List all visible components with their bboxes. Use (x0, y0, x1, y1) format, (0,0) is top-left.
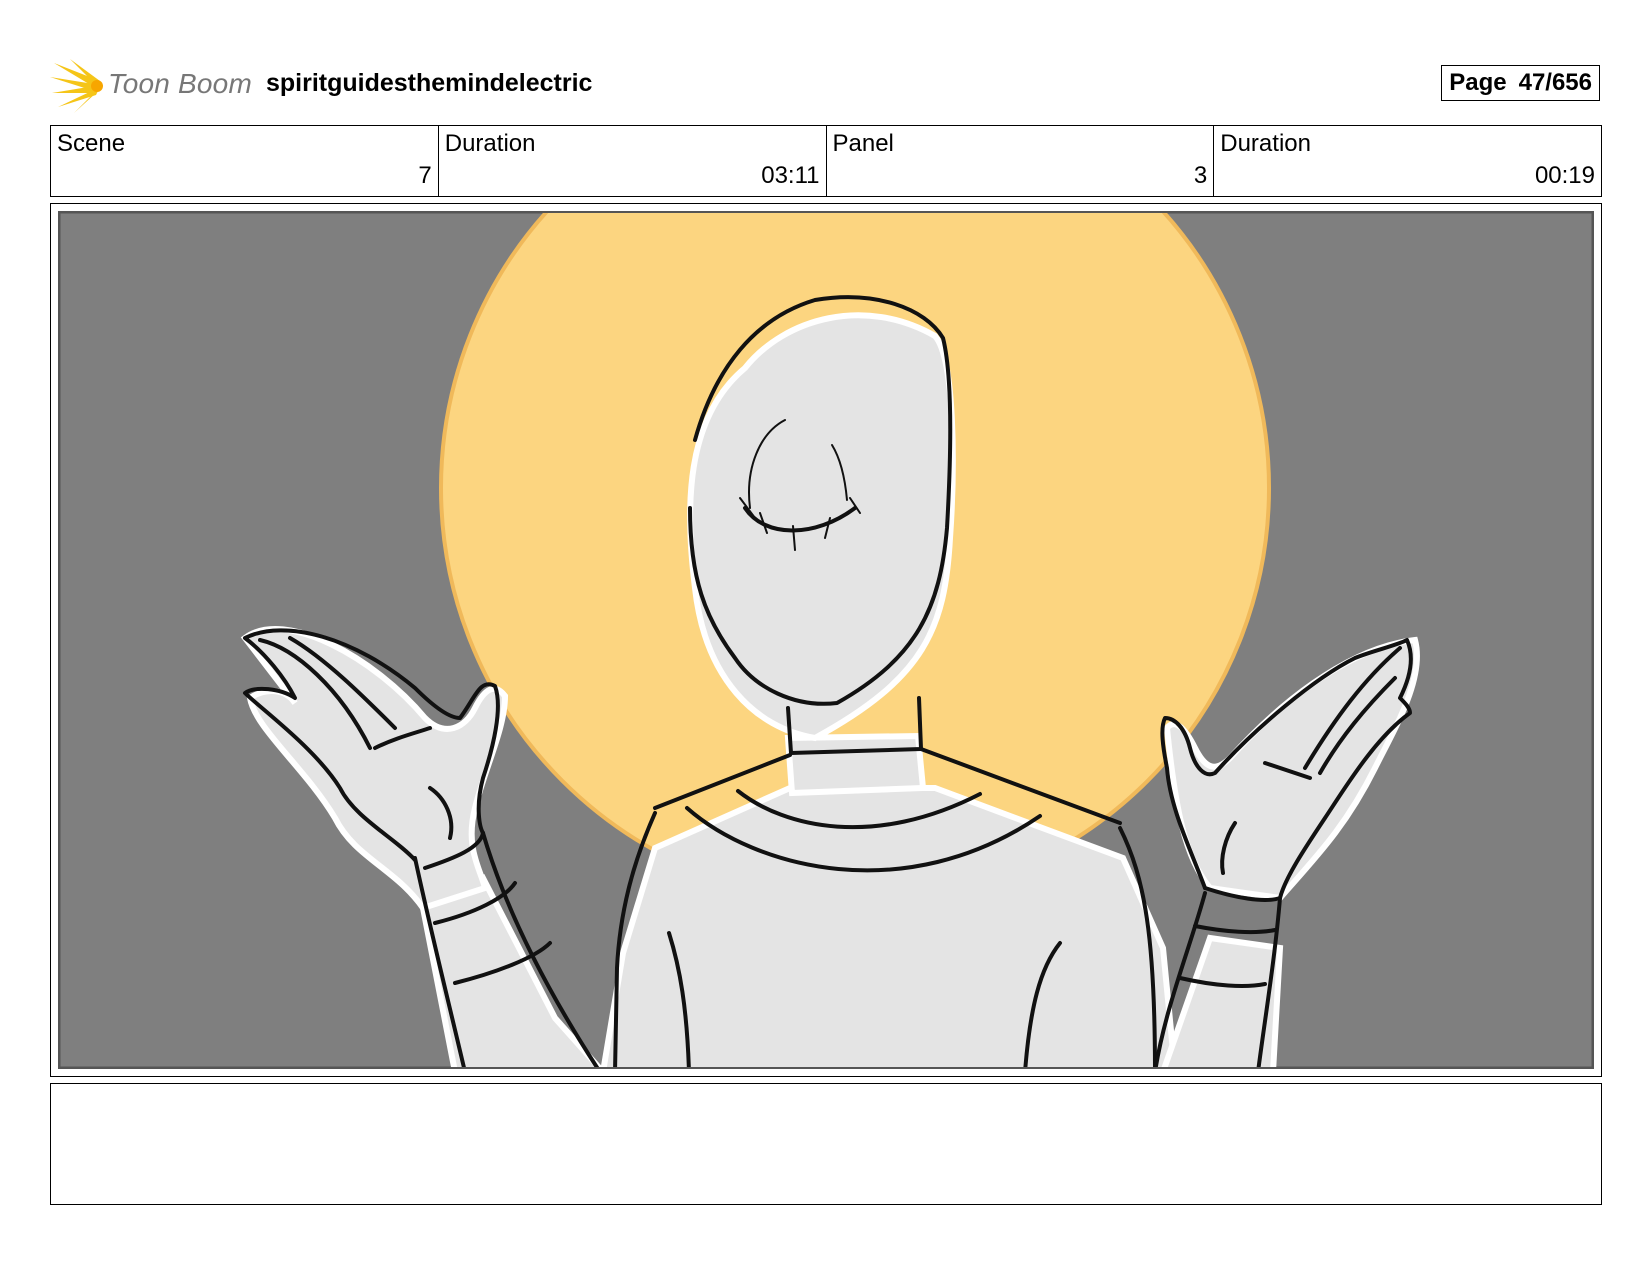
scene-value: 7 (418, 162, 432, 189)
panel-notes-box[interactable] (50, 1083, 1602, 1205)
scene-cell: Scene 7 (51, 126, 439, 196)
panel-info-table: Scene 7 Duration 03:11 Panel 3 Duration … (50, 125, 1602, 197)
figure-neck (784, 732, 927, 797)
panel-cell: Panel 3 (827, 126, 1215, 196)
panel-label: Panel (832, 130, 894, 157)
panel-duration-cell: Duration 00:19 (1214, 126, 1601, 196)
toon-boom-logo: Toon Boom (50, 55, 252, 115)
starburst-icon (50, 59, 103, 113)
page-number: 47/656 (1518, 69, 1592, 96)
storyboard-drawing (55, 208, 1597, 1072)
project-title: spiritguidesthemindelectric (266, 69, 593, 97)
scene-duration-value: 03:11 (761, 162, 820, 189)
page-header: Toon Boom spiritguidesthemindelectric Pa… (50, 55, 1600, 115)
panel-duration-label: Duration (1220, 130, 1311, 157)
panel-value: 3 (1193, 162, 1208, 189)
scene-label: Scene (57, 130, 126, 157)
page-indicator: Page 47/656 (1441, 65, 1600, 101)
logo-text: Toon Boom (108, 68, 252, 99)
scene-duration-cell: Duration 03:11 (439, 126, 827, 196)
scene-duration-label: Duration (444, 130, 536, 157)
panel-duration-value: 00:19 (1534, 162, 1595, 189)
storyboard-panel-frame (50, 203, 1602, 1077)
page-label: Page (1449, 69, 1507, 96)
